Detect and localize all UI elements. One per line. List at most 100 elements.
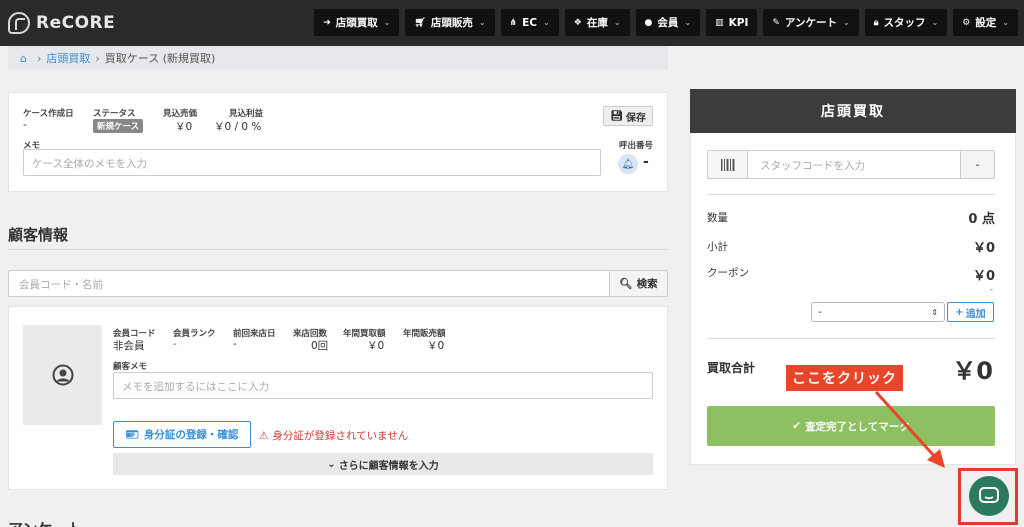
member-search-input[interactable]: 会員コード・名前 — [8, 270, 610, 297]
nav-label: 在庫 — [586, 17, 608, 29]
check-icon: ✔ — [792, 420, 802, 432]
id-card-icon: 🪪︎ — [125, 429, 139, 441]
user-icon: ● — [644, 17, 653, 28]
top-navbar: ReCORE ➜ 店頭買取 ⌄ 🛒︎ 店頭販売 ⌄ ⋔ EC ⌄ ❖ 在庫 ⌄ ● 会員 ⌄ ▥ KP… — [0, 0, 1024, 46]
cubes-icon: ❖ — [573, 17, 582, 28]
nav-kpi[interactable]: ▥ KPI — [706, 9, 758, 36]
user-circle-icon — [52, 364, 73, 386]
est-sales-value: ￥0 — [175, 121, 193, 133]
id-warning-text: 身分証が登録されていません — [272, 430, 409, 442]
more-customer-info-label: さらに顧客情報を入力 — [338, 460, 439, 472]
add-coupon-button[interactable]: + 追加 — [947, 302, 994, 322]
call-number-label: 呼出番号 — [619, 141, 654, 151]
staff-code-row: スタッフコードを入力 - — [707, 150, 995, 179]
case-created-label: ケース作成日 — [23, 109, 74, 119]
case-created-value: - — [23, 119, 27, 131]
subtotal-row: 小計 ￥0 — [707, 237, 995, 256]
subtotal-value: ￥0 — [972, 241, 995, 256]
save-button[interactable]: 💾︎ 保存 — [603, 106, 653, 126]
edit-icon: ✎ — [772, 17, 780, 28]
lock-icon: 🔒︎ — [873, 17, 879, 28]
nav-label: KPI — [728, 16, 749, 29]
nav-settings[interactable]: ⚙ 設定 ⌄ — [953, 9, 1018, 36]
nav-members[interactable]: ● 会員 ⌄ — [635, 9, 701, 36]
chevron-down-icon: ⌄ — [478, 18, 486, 27]
coupon-select[interactable]: - ⇕ — [811, 302, 945, 322]
logo-text: ReCORE — [36, 13, 116, 33]
nav-buyback[interactable]: ➜ 店頭買取 ⌄ — [314, 9, 400, 36]
staff-clear-button[interactable]: - — [961, 150, 995, 179]
annual-sales-value: ￥0 — [427, 340, 445, 352]
id-register-button[interactable]: 🪪︎ 身分証の登録・確認 — [113, 421, 251, 448]
nav-label: 会員 — [657, 17, 679, 29]
select-arrows-icon: ⇕ — [931, 307, 938, 317]
last-visit-label: 前回来店日 — [233, 329, 276, 339]
chat-bubble-icon — [979, 487, 999, 503]
nav-ec[interactable]: ⋔ EC ⌄ — [500, 9, 559, 36]
mark-complete-button[interactable]: ✔ 査定完了としてマーク — [707, 406, 995, 446]
survey-section-title: アンケート — [8, 518, 82, 527]
customer-section-title: 顧客情報 — [8, 226, 69, 244]
coupon-value: ￥0 — [972, 269, 995, 284]
chevron-down-icon: ⌄ — [1002, 18, 1009, 27]
avatar — [23, 325, 102, 425]
annual-buy-value: ￥0 — [367, 340, 385, 352]
status-label: ステータス — [93, 109, 136, 119]
divider — [707, 194, 995, 195]
id-register-label: 身分証の登録・確認 — [143, 429, 239, 441]
qty-value: 0 点 — [968, 212, 995, 227]
coupon-sub-value: - — [989, 285, 993, 295]
home-icon[interactable]: ⌂ — [20, 52, 27, 65]
search-label: 検索 — [636, 278, 658, 290]
quantity-row: 数量 0 点 — [707, 208, 995, 227]
call-number-value: - — [643, 154, 649, 170]
warning-icon: ⚠ — [259, 429, 269, 442]
register-header: 店頭買取 — [690, 89, 1016, 133]
nav-staff[interactable]: 🔒︎ スタッフ ⌄ — [864, 9, 948, 36]
staff-code-input[interactable]: スタッフコードを入力 — [748, 150, 961, 179]
nav-survey[interactable]: ✎ アンケート ⌄ — [763, 9, 859, 36]
register-panel: スタッフコードを入力 - 数量 0 点 小計 ￥0 クーポン ￥0 - - ⇕ + 追加 … — [690, 133, 1016, 465]
qty-label: 数量 — [707, 212, 728, 224]
nav-inventory[interactable]: ❖ 在庫 ⌄ — [564, 9, 630, 36]
nav-label: 店頭販売 — [430, 17, 473, 29]
nav-label: 設定 — [975, 17, 997, 29]
save-label: 保存 — [626, 112, 646, 124]
chevron-down-icon: ⌄ — [543, 18, 550, 27]
chevron-down-icon: ⌄ — [843, 18, 850, 27]
plus-icon: + — [955, 306, 964, 318]
total-label: 買取合計 — [707, 361, 756, 375]
customer-memo-input[interactable]: メモを追加するにはここに入力 — [113, 372, 653, 399]
customer-panel: 会員コード 非会員 会員ランク - 前回来店日 - 来店回数 0回 年間買取額 … — [8, 306, 668, 490]
subtotal-label: 小計 — [707, 241, 728, 253]
case-memo-input[interactable]: ケース全体のメモを入力 — [23, 149, 601, 176]
nav-label: EC — [522, 16, 538, 29]
chevron-down-icon: ⌄ — [613, 18, 621, 27]
customer-memo-label: 顧客メモ — [113, 362, 148, 372]
visit-count-value: 0回 — [311, 340, 329, 352]
logo-mark-icon — [8, 12, 30, 34]
breadcrumb-buyback-link[interactable]: 店頭買取 — [46, 50, 90, 66]
chat-launcher-button[interactable] — [969, 476, 1009, 516]
save-icon: 💾︎ — [610, 110, 623, 122]
recore-logo[interactable]: ReCORE — [8, 12, 115, 34]
cart-icon: 🛒︎ — [414, 17, 426, 28]
search-button[interactable]: 🔍︎ 検索 — [610, 270, 668, 297]
breadcrumb-separator: › — [36, 51, 42, 65]
member-rank-label: 会員ランク — [173, 329, 216, 339]
nav-label: 店頭買取 — [335, 17, 378, 29]
divider — [8, 249, 668, 250]
search-icon: 🔍︎ — [619, 278, 633, 290]
nav-label: スタッフ — [883, 17, 926, 29]
customer-search: 会員コード・名前 🔍︎ 検索 — [8, 270, 668, 297]
status-badge: 新規ケース — [93, 119, 144, 133]
more-customer-info-button[interactable]: ⌄ さらに顧客情報を入力 — [113, 453, 653, 475]
coupon-row: クーポン ￥0 — [707, 265, 995, 284]
gear-icon: ⚙ — [962, 17, 971, 28]
nav-store-sales[interactable]: 🛒︎ 店頭販売 ⌄ — [405, 9, 495, 36]
bell-icon[interactable]: 🔔︎ — [618, 154, 638, 174]
sitemap-icon: ⋔ — [509, 17, 518, 28]
breadcrumb: ⌂ › 店頭買取 › 買取ケース (新規買取) — [8, 46, 668, 70]
nav-label: アンケート — [784, 17, 838, 29]
coupon-label: クーポン — [707, 267, 749, 279]
